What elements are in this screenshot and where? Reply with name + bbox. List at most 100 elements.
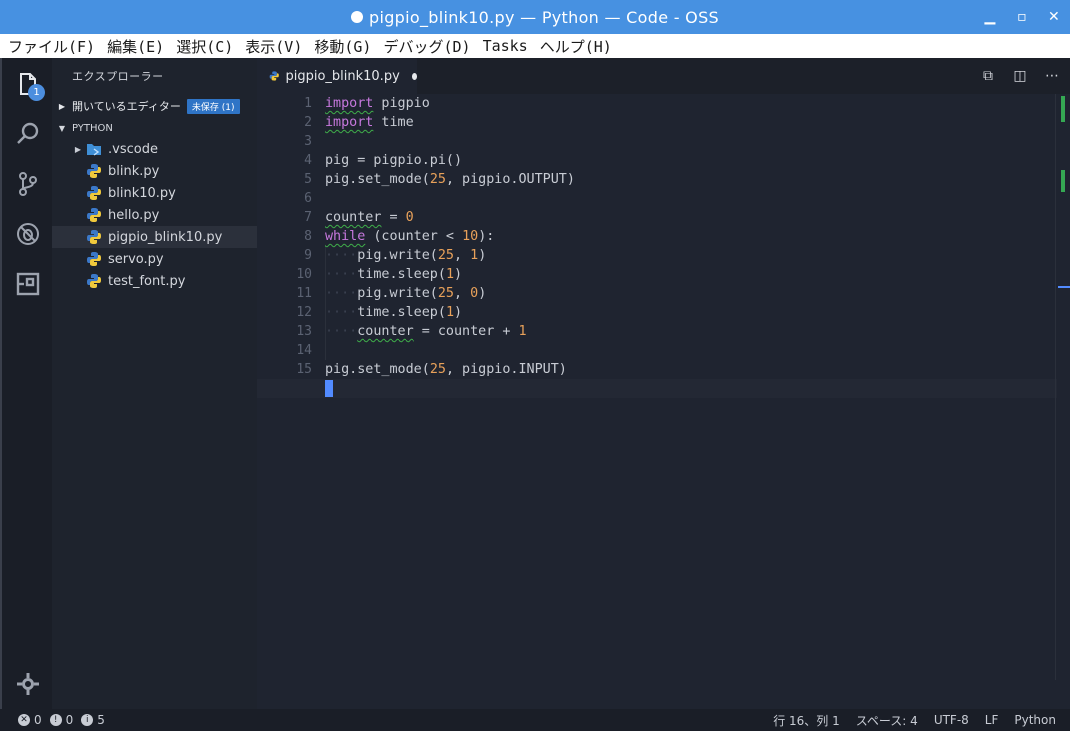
python-file-icon bbox=[87, 252, 101, 266]
error-count: 0 bbox=[34, 713, 42, 727]
menu-view[interactable]: 表示(V) bbox=[245, 36, 302, 57]
code-line: import time bbox=[325, 115, 414, 130]
code-line: pig.set_mode(25, pigpio.OUTPUT) bbox=[325, 172, 575, 187]
tree-file-item[interactable]: hello.py bbox=[52, 204, 257, 226]
chevron-right-icon: ▶ bbox=[74, 144, 82, 154]
tab-label: pigpio_blink10.py bbox=[285, 68, 400, 84]
maximize-icon[interactable]: ▫ bbox=[1016, 9, 1028, 25]
cursor-position[interactable]: 行 16、列 1 bbox=[773, 712, 840, 729]
line-number-gutter: 1 2 3 4 5 6 7 8 9 10 11 12 13 14 15 16 bbox=[257, 94, 312, 398]
code-line: counter = 0 bbox=[325, 210, 414, 225]
line-number: 5 bbox=[304, 172, 312, 187]
close-icon[interactable]: ✕ bbox=[1048, 9, 1060, 25]
folder-section[interactable]: ▼ PYTHON bbox=[52, 118, 257, 138]
indentation[interactable]: スペース: 4 bbox=[856, 712, 918, 729]
tree-folder-vscode[interactable]: ▶ .vscode bbox=[52, 138, 257, 160]
search-icon[interactable] bbox=[12, 118, 44, 150]
menu-debug[interactable]: デバッグ(D) bbox=[383, 36, 470, 57]
code-line: ····time.sleep(1) bbox=[325, 305, 463, 320]
encoding[interactable]: UTF-8 bbox=[934, 713, 969, 727]
status-bar: ✕ 0 ! 0 i 5 行 16、列 1 スペース: 4 UTF-8 LF Py… bbox=[0, 709, 1070, 731]
code-line: ····time.sleep(1) bbox=[325, 267, 463, 282]
open-editors-label: 開いているエディター bbox=[72, 100, 181, 113]
line-number: 7 bbox=[304, 210, 312, 225]
folder-label: PYTHON bbox=[72, 122, 113, 134]
code-line: ····pig.write(25, 1) bbox=[325, 248, 487, 263]
overview-ruler[interactable] bbox=[1055, 94, 1070, 680]
menu-edit[interactable]: 編集(E) bbox=[107, 36, 164, 57]
debug-icon[interactable] bbox=[12, 218, 44, 250]
line-number: 13 bbox=[296, 324, 312, 339]
title-bar: pigpio_blink10.py — Python — Code - OSS … bbox=[0, 0, 1070, 34]
menu-file[interactable]: ファイル(F) bbox=[8, 36, 95, 57]
menu-selection[interactable]: 選択(C) bbox=[176, 36, 233, 57]
python-file-icon bbox=[87, 208, 101, 222]
tab-pigpio-blink10[interactable]: pigpio_blink10.py bbox=[257, 58, 417, 94]
code-line: ····counter = counter + 1 bbox=[325, 324, 527, 339]
line-number: 3 bbox=[304, 134, 312, 149]
dirty-dot-icon[interactable] bbox=[411, 72, 417, 80]
git-change-marker bbox=[1061, 96, 1065, 122]
python-file-icon bbox=[269, 71, 279, 81]
code-editor[interactable]: 1 2 3 4 5 6 7 8 9 10 11 12 13 14 15 16 i… bbox=[257, 94, 1070, 709]
more-actions-icon[interactable]: ⋯ bbox=[1044, 68, 1060, 84]
chevron-down-icon: ▼ bbox=[58, 123, 66, 133]
line-number: 10 bbox=[296, 267, 312, 282]
window-controls: ▁ ▫ ✕ bbox=[984, 0, 1060, 34]
unsaved-badge: 未保存 (1) bbox=[186, 98, 240, 114]
explorer-sidebar: エクスプローラー ▶ 開いているエディター 未保存 (1) ▼ PYTHON ▶… bbox=[52, 58, 257, 709]
line-number: 14 bbox=[296, 343, 312, 358]
split-editor-icon[interactable]: ◫ bbox=[1012, 68, 1028, 84]
problems-indicator[interactable]: ✕ 0 ! 0 i 5 bbox=[0, 713, 105, 727]
code-line: import pigpio bbox=[325, 96, 430, 111]
tree-item-label: blink.py bbox=[108, 163, 160, 179]
tab-bar: pigpio_blink10.py ⧉ ◫ ⋯ bbox=[257, 58, 1070, 94]
menu-bar: ファイル(F) 編集(E) 選択(C) 表示(V) 移動(G) デバッグ(D) … bbox=[0, 34, 1070, 58]
window-title: pigpio_blink10.py — Python — Code - OSS bbox=[369, 7, 719, 27]
tree-item-label: test_font.py bbox=[108, 273, 186, 289]
tree-item-label: servo.py bbox=[108, 251, 164, 267]
vscode-folder-icon bbox=[87, 144, 101, 156]
line-number: 11 bbox=[296, 286, 312, 301]
editor-actions: ⧉ ◫ ⋯ bbox=[980, 58, 1060, 94]
python-file-icon bbox=[87, 164, 101, 178]
tree-file-item[interactable]: test_font.py bbox=[52, 270, 257, 292]
cursor-position-marker bbox=[1058, 286, 1070, 288]
file-tree: ▶ .vscode blink.py blink10.py hello.py p… bbox=[52, 138, 257, 292]
activity-bar: 1 bbox=[0, 58, 52, 709]
python-file-icon bbox=[87, 274, 101, 288]
minimize-icon[interactable]: ▁ bbox=[984, 9, 996, 25]
tree-file-item-selected[interactable]: pigpio_blink10.py bbox=[52, 226, 257, 248]
info-icon: i bbox=[81, 714, 94, 726]
tree-item-label: pigpio_blink10.py bbox=[108, 229, 223, 245]
open-changes-icon[interactable]: ⧉ bbox=[980, 68, 996, 84]
extensions-icon[interactable] bbox=[12, 268, 44, 300]
open-editors-section[interactable]: ▶ 開いているエディター 未保存 (1) bbox=[52, 96, 257, 116]
menu-tasks[interactable]: Tasks bbox=[483, 37, 528, 55]
tree-file-item[interactable]: servo.py bbox=[52, 248, 257, 270]
menu-help[interactable]: ヘルプ(H) bbox=[540, 36, 612, 57]
end-of-line[interactable]: LF bbox=[985, 713, 999, 727]
error-icon: ✕ bbox=[18, 714, 30, 726]
code-line: ····pig.write(25, 0) bbox=[325, 286, 487, 301]
line-number: 9 bbox=[304, 248, 312, 263]
gear-icon[interactable] bbox=[12, 668, 44, 700]
unsaved-dot-icon bbox=[351, 11, 363, 23]
tree-file-item[interactable]: blink.py bbox=[52, 160, 257, 182]
code-line-current bbox=[257, 379, 1057, 398]
text-cursor bbox=[325, 379, 333, 397]
line-number: 2 bbox=[304, 115, 312, 130]
line-number: 1 bbox=[304, 96, 312, 111]
python-file-icon bbox=[87, 230, 101, 244]
line-number: 12 bbox=[296, 305, 312, 320]
tree-file-item[interactable]: blink10.py bbox=[52, 182, 257, 204]
tree-item-label: .vscode bbox=[108, 141, 158, 157]
menu-go[interactable]: 移動(G) bbox=[314, 36, 371, 57]
language-mode[interactable]: Python bbox=[1014, 713, 1056, 727]
python-file-icon bbox=[87, 186, 101, 200]
source-control-icon[interactable] bbox=[12, 168, 44, 200]
line-number: 6 bbox=[304, 191, 312, 206]
line-number: 4 bbox=[304, 153, 312, 168]
tree-item-label: blink10.py bbox=[108, 185, 176, 201]
